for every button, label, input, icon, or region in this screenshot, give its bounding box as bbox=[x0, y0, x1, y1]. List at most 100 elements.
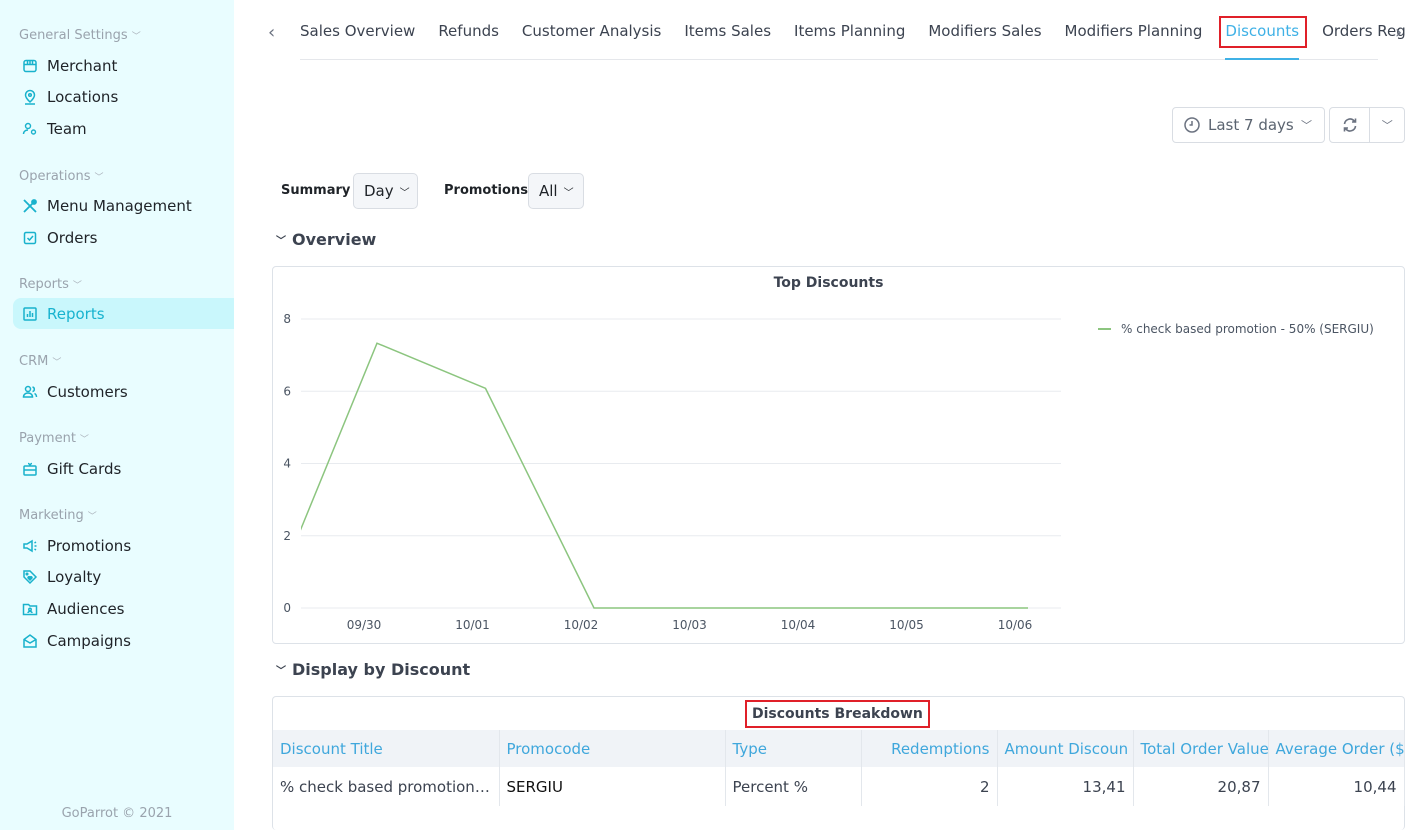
utensils-icon bbox=[21, 197, 39, 215]
tab-discounts[interactable]: Discounts bbox=[1219, 14, 1308, 60]
chevron-down-icon: ﹀ bbox=[52, 358, 62, 368]
table-header-row: Discount Title Promocode Type Redemptions Am… bbox=[273, 730, 1405, 767]
highlight-box bbox=[1219, 16, 1308, 48]
column-header[interactable]: Type bbox=[725, 730, 862, 767]
tag-heart-icon bbox=[21, 568, 39, 586]
sidebar-item-team[interactable]: Team bbox=[13, 113, 234, 144]
bar-chart-icon bbox=[21, 305, 39, 323]
tab-refunds[interactable]: Refunds bbox=[438, 14, 499, 59]
x-tick-label: 10/03 bbox=[672, 618, 707, 632]
table-cell: 2 bbox=[861, 767, 998, 806]
sidebar-item-gift-cards[interactable]: Gift Cards bbox=[13, 453, 234, 484]
x-tick-label: 10/06 bbox=[998, 618, 1033, 632]
overview-section-toggle[interactable]: ﹀ Overview bbox=[276, 230, 376, 249]
y-tick-label: 4 bbox=[283, 457, 291, 471]
y-tick-label: 8 bbox=[283, 312, 291, 326]
table-cell: SERGIU bbox=[499, 767, 726, 806]
store-icon bbox=[21, 57, 39, 75]
summary-label: Summary bbox=[281, 183, 351, 198]
series-line[interactable] bbox=[273, 342, 1028, 609]
x-tick-label: 10/02 bbox=[564, 618, 599, 632]
sidebar-item-merchant[interactable]: Merchant bbox=[13, 50, 234, 81]
chart-legend-item[interactable]: % check based promotion - 50% (SERGIU) bbox=[1098, 322, 1374, 336]
chevron-down-icon: ﹀ bbox=[276, 236, 286, 247]
sidebar-item-customers[interactable]: Customers bbox=[13, 376, 234, 407]
column-header[interactable]: Amount Discoun bbox=[997, 730, 1134, 767]
tab-modifiers-planning[interactable]: Modifiers Planning bbox=[1065, 14, 1203, 59]
y-tick-label: 6 bbox=[283, 384, 291, 398]
summary-select[interactable]: Day ﹀ bbox=[353, 173, 418, 209]
sidebar: General Settings ﹀ Merchant Locations Tea… bbox=[0, 0, 234, 830]
x-tick-label: 10/01 bbox=[455, 618, 490, 632]
sidebar-item-audiences[interactable]: Audiences bbox=[13, 593, 234, 624]
tab-items-sales[interactable]: Items Sales bbox=[684, 14, 771, 59]
table-row[interactable]: % check based promotion - 50% (SERGIU)SE… bbox=[273, 767, 1405, 806]
tab-sales-overview[interactable]: Sales Overview bbox=[300, 14, 415, 59]
chevron-down-icon: ﹀ bbox=[94, 173, 104, 183]
table-cell: Percent % bbox=[725, 767, 862, 806]
chevron-down-icon: ﹀ bbox=[1381, 119, 1393, 132]
group-general-settings[interactable]: General Settings ﹀ bbox=[19, 28, 141, 43]
display-by-discount-section-toggle[interactable]: ﹀ Display by Discount bbox=[276, 660, 470, 679]
table-cell: % check based promotion - 50% (SERGIU) bbox=[273, 767, 500, 806]
tab-items-planning[interactable]: Items Planning bbox=[794, 14, 905, 59]
sidebar-item-menu-management[interactable]: Menu Management bbox=[13, 190, 234, 221]
group-marketing[interactable]: Marketing ﹀ bbox=[19, 508, 97, 523]
gift-card-icon bbox=[21, 460, 39, 478]
sidebar-item-campaigns[interactable]: Campaigns bbox=[13, 625, 234, 656]
refresh-icon bbox=[1343, 118, 1357, 132]
sidebar-item-orders[interactable]: Orders bbox=[13, 222, 234, 253]
column-header[interactable]: Discount Title bbox=[273, 730, 500, 767]
chevron-down-icon: ﹀ bbox=[87, 512, 97, 522]
discounts-breakdown-card: Discounts Breakdown Discount Title Promoc… bbox=[272, 696, 1405, 830]
chevron-down-icon: ﹀ bbox=[276, 666, 286, 677]
promotions-select[interactable]: All ﹀ bbox=[528, 173, 584, 209]
group-operations[interactable]: Operations ﹀ bbox=[19, 169, 103, 184]
clock-icon bbox=[1184, 117, 1200, 133]
date-range-label: Last 7 days bbox=[1208, 116, 1294, 134]
top-discounts-chart-card: Top Discounts 0 2 4 6 8 09/30 10/01 10/02 10/03 1… bbox=[272, 266, 1405, 644]
y-tick-label: 0 bbox=[283, 601, 291, 615]
chevron-down-icon: ﹀ bbox=[399, 187, 410, 199]
chevron-down-icon: ﹀ bbox=[1301, 119, 1312, 132]
refresh-button-group: ﹀ bbox=[1329, 107, 1405, 143]
megaphone-icon bbox=[21, 537, 39, 555]
column-header[interactable]: Total Order Value bbox=[1133, 730, 1269, 767]
mail-open-icon bbox=[21, 632, 39, 650]
date-range-picker[interactable]: Last 7 days ﹀ bbox=[1172, 107, 1325, 143]
table-cell: 20,87 bbox=[1133, 767, 1269, 806]
x-tick-label: 10/05 bbox=[889, 618, 924, 632]
map-pin-icon bbox=[21, 88, 39, 106]
chevron-down-icon: ﹀ bbox=[131, 32, 141, 42]
sidebar-item-locations[interactable]: Locations bbox=[13, 81, 234, 112]
sidebar-item-loyalty[interactable]: Loyalty bbox=[13, 561, 234, 592]
x-tick-label: 10/04 bbox=[781, 618, 816, 632]
users-icon bbox=[21, 383, 39, 401]
column-header[interactable]: Redemptions bbox=[861, 730, 998, 767]
tab-modifiers-sales[interactable]: Modifiers Sales bbox=[928, 14, 1041, 59]
report-tabs: ‹ Sales Overview Refunds Customer Analysis… bbox=[262, 14, 1405, 60]
tab-orders-registry[interactable]: Orders Registry bbox=[1322, 14, 1405, 59]
legend-swatch bbox=[1098, 328, 1111, 330]
clipboard-check-icon bbox=[21, 229, 39, 247]
group-payment[interactable]: Payment ﹀ bbox=[19, 431, 89, 446]
folder-user-icon bbox=[21, 600, 39, 618]
y-tick-label: 2 bbox=[283, 529, 291, 543]
refresh-options-button[interactable]: ﹀ bbox=[1369, 108, 1404, 142]
tab-list: Sales Overview Refunds Customer Analysis It… bbox=[300, 14, 1405, 60]
table-title: Discounts Breakdown bbox=[745, 700, 930, 728]
discounts-breakdown-table: Discount Title Promocode Type Redemptions Am… bbox=[273, 730, 1405, 806]
promotions-label: Promotions bbox=[444, 183, 528, 198]
chevron-down-icon: ﹀ bbox=[79, 435, 89, 445]
tab-customer-analysis[interactable]: Customer Analysis bbox=[522, 14, 661, 59]
footer-copyright: GoParrot © 2021 bbox=[61, 806, 173, 821]
column-header[interactable]: Promocode bbox=[499, 730, 726, 767]
sidebar-item-promotions[interactable]: Promotions bbox=[13, 530, 234, 561]
refresh-button[interactable] bbox=[1330, 108, 1369, 142]
sidebar-item-reports[interactable]: Reports bbox=[13, 298, 234, 329]
group-crm[interactable]: CRM ﹀ bbox=[19, 354, 61, 369]
column-header[interactable]: Average Order ($ bbox=[1268, 730, 1405, 767]
chevron-left-icon[interactable]: ‹ bbox=[268, 22, 275, 43]
chevron-right-icon[interactable]: › bbox=[1395, 22, 1402, 43]
group-reports[interactable]: Reports ﹀ bbox=[19, 277, 82, 292]
